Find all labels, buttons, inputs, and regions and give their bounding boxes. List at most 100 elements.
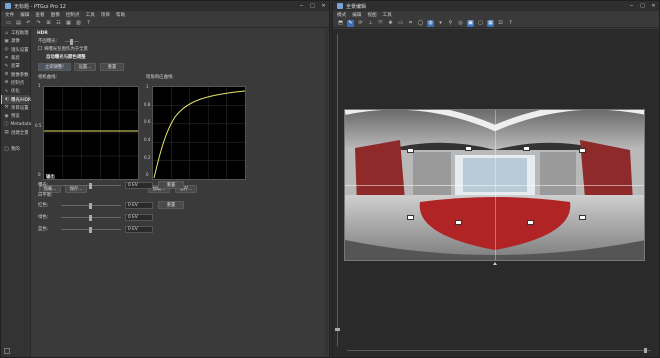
camera-curve-label: 相机曲线: (38, 75, 58, 80)
horizontal-fov-slider[interactable] (347, 350, 651, 351)
editor-close-icon[interactable]: ✕ (648, 1, 659, 11)
open-icon[interactable]: ▤ (15, 20, 22, 27)
menu-view[interactable]: 查看 (35, 12, 44, 18)
crop-tool-icon[interactable]: ⌗ (407, 20, 414, 27)
image-marker[interactable] (465, 146, 472, 151)
flare-tick-08: 0.8 (144, 102, 151, 107)
panorama-editor-icon[interactable]: ⊞ (45, 20, 52, 27)
menu-edit[interactable]: 编辑 (20, 12, 29, 18)
exposure-slider[interactable] (61, 182, 121, 189)
sidebar-item-exposure-hdr[interactable]: ◐ 曝光/HDR (1, 95, 31, 104)
vertical-fov-thumb[interactable] (335, 328, 340, 331)
cp-icon[interactable]: ⊡ (497, 20, 504, 27)
dropdown-icon[interactable]: ▾ (437, 20, 444, 27)
sidebar-item-control-points[interactable]: ⊕ 控制点 (1, 79, 30, 87)
grid-toggle-icon[interactable]: ▦ (487, 19, 494, 27)
exposure-value-field[interactable]: 0 EV (125, 182, 153, 189)
frame-icon[interactable]: ▢ (477, 20, 484, 27)
editor-help-icon[interactable]: ? (507, 20, 514, 27)
image-marker[interactable] (527, 220, 534, 225)
sidebar-item-optimizer[interactable]: ∿ 优化 (1, 87, 30, 95)
green-value-field[interactable]: 0 EV (125, 214, 153, 221)
panorama-image[interactable] (344, 109, 645, 261)
editor-window-controls: ─ □ ✕ (626, 1, 659, 11)
menu-project[interactable]: 项目 (101, 12, 110, 18)
image-marker[interactable] (579, 148, 586, 153)
bracket-slider[interactable] (65, 38, 79, 45)
red-slider[interactable] (61, 202, 121, 209)
move-icon[interactable]: ✥ (387, 20, 394, 27)
image-marker[interactable] (407, 215, 414, 220)
blue-slider-thumb[interactable] (89, 226, 92, 233)
editor-menu-mode[interactable]: 模式 (337, 12, 346, 18)
rotate-icon[interactable]: ⟳ (357, 20, 364, 27)
image-marker[interactable] (579, 215, 586, 220)
sidebar-item-image-parameters[interactable]: ⚙ 图像参数 (1, 70, 30, 78)
editor-menu-view[interactable]: 视图 (367, 12, 376, 18)
auto-adjust-button[interactable]: 立即调整! (38, 63, 71, 71)
menu-help[interactable]: 帮助 (116, 12, 125, 18)
edit-mode-icon[interactable]: ✎ (347, 19, 354, 27)
rectangle-icon[interactable]: ▭ (397, 20, 404, 27)
sidebar-item-assistant[interactable]: ⌂ 工程助理 (1, 29, 30, 37)
menu-file[interactable]: 文件 (5, 12, 14, 18)
sidebar-item-metadata[interactable]: ⓘ Metadata (1, 120, 31, 128)
globe-icon[interactable]: ◍ (427, 19, 434, 27)
circle-tool-icon[interactable]: ◯ (417, 20, 424, 27)
reset-exposure-button[interactable]: 重置 (158, 181, 184, 189)
center-marker-icon[interactable] (493, 262, 497, 265)
minimize-icon[interactable]: ─ (296, 1, 307, 11)
true-hdr-checkbox[interactable] (38, 46, 42, 50)
exposure-slider-thumb[interactable] (89, 182, 92, 189)
blue-value-field[interactable]: 0 EV (125, 226, 153, 233)
editor-menu-tools[interactable]: 工具 (383, 12, 392, 18)
menu-control-points[interactable]: 控制点 (66, 12, 80, 18)
red-slider-thumb[interactable] (89, 202, 92, 209)
green-slider-thumb[interactable] (89, 214, 92, 221)
settings-button[interactable]: 设置... (74, 63, 96, 71)
detail-icon[interactable]: ▥ (75, 20, 82, 27)
image-marker[interactable] (455, 220, 462, 225)
maximize-icon[interactable]: □ (307, 1, 318, 11)
blue-slider[interactable] (61, 226, 121, 233)
sidebar-item-lens-settings[interactable]: ◎ 镜头设置 (1, 46, 30, 54)
sidebar-item-crop[interactable]: ⌗ 裁剪 (1, 54, 30, 62)
horizontal-fov-thumb[interactable] (644, 348, 647, 353)
red-value-field[interactable]: 0 EV (125, 202, 153, 209)
sidebar-item-mask[interactable]: ✎ 遮罩 (1, 62, 30, 70)
menu-images[interactable]: 图像 (51, 12, 60, 18)
reset-auto-button[interactable]: 重置 (100, 63, 124, 71)
image-marker[interactable] (407, 148, 414, 153)
camera-curve-save-button[interactable]: 保存... (65, 185, 87, 193)
help-icon[interactable]: ? (85, 20, 92, 27)
status-icon[interactable] (4, 348, 10, 354)
table-icon[interactable]: ☷ (55, 20, 62, 27)
bracket-slider-thumb[interactable] (70, 38, 73, 45)
green-slider[interactable] (61, 214, 121, 221)
eye-icon[interactable]: ◎ (457, 20, 464, 27)
sidebar-item-preview[interactable]: ◉ 预览 (1, 112, 30, 120)
editor-menu-edit[interactable]: 编辑 (352, 12, 361, 18)
redo-icon[interactable]: ↷ (35, 20, 42, 27)
undo-icon[interactable]: ↶ (25, 20, 32, 27)
menu-tools[interactable]: 工具 (86, 12, 95, 18)
show-images-icon[interactable]: ▣ (467, 19, 474, 27)
sidebar-item-source-images[interactable]: ▣ 源像 (1, 37, 30, 45)
level-icon[interactable]: ⊥ (367, 20, 374, 27)
grid-icon[interactable]: ▦ (65, 20, 72, 27)
panel-scrollbar[interactable] (325, 29, 328, 355)
reset-white-balance-button[interactable]: 重置 (158, 201, 184, 209)
image-marker[interactable] (523, 146, 530, 151)
vertical-fov-slider[interactable] (337, 34, 338, 346)
close-icon[interactable]: ✕ (318, 1, 329, 11)
sidebar-item-user[interactable]: ◯ 我的 (1, 145, 30, 153)
zoom-icon[interactable]: ⚲ (447, 20, 454, 27)
sidebar-item-create-panorama[interactable]: ▤ 创建全景 (1, 129, 30, 137)
editor-minimize-icon[interactable]: ─ (626, 1, 637, 11)
new-icon[interactable]: ▭ (5, 20, 12, 27)
fit-icon[interactable]: ⤧ (377, 20, 384, 27)
panorama-viewport[interactable] (333, 29, 659, 357)
sidebar-item-project-settings[interactable]: ⚒ 项目设置 (1, 104, 30, 112)
editor-maximize-icon[interactable]: □ (637, 1, 648, 11)
panorama-type-icon[interactable]: ⬒ (337, 20, 344, 27)
